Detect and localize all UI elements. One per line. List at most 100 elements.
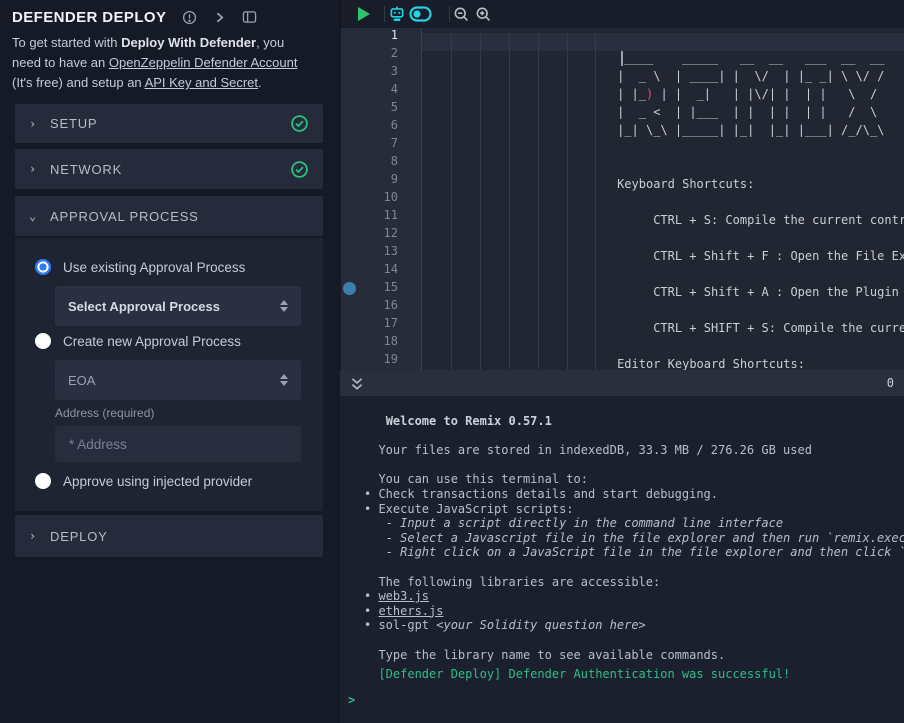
terminal-line: • Execute JavaScript scripts: bbox=[364, 502, 904, 517]
select-value: Select Approval Process bbox=[68, 299, 220, 314]
terminal-line bbox=[364, 633, 904, 648]
editor-line: CTRL + SHIFT + S: Compile the current co… bbox=[422, 321, 904, 339]
radio-row-create[interactable]: Create new Approval Process bbox=[35, 333, 241, 349]
editor-gutter[interactable]: 12345678910111213141516171819 bbox=[341, 28, 422, 370]
line-number: 16 bbox=[341, 298, 398, 316]
zoom-out-icon bbox=[453, 6, 470, 23]
zoom-in-icon bbox=[475, 6, 492, 23]
panel-title: DEFENDER DEPLOY bbox=[12, 9, 166, 26]
line-number: 9 bbox=[341, 172, 398, 190]
radio-row-existing[interactable]: Use existing Approval Process bbox=[35, 259, 245, 275]
line-number: 10 bbox=[341, 190, 398, 208]
editor-toolbar bbox=[340, 0, 904, 28]
terminal-line: The following libraries are accessible: bbox=[364, 575, 904, 590]
line-number: 3 bbox=[341, 64, 398, 82]
terminal-line: • Check transactions details and start d… bbox=[364, 487, 904, 502]
line-number: 8 bbox=[341, 154, 398, 172]
zoom-in-button[interactable] bbox=[475, 0, 492, 28]
radio-use-existing[interactable] bbox=[35, 259, 51, 275]
line-number: 17 bbox=[341, 316, 398, 334]
terminal-line: You can use this terminal to: bbox=[364, 472, 904, 487]
copilot-toggle[interactable] bbox=[409, 0, 432, 28]
listen-count-badge: 0 bbox=[887, 376, 894, 390]
section-approval-process[interactable]: ⌄ APPROVAL PROCESS bbox=[15, 196, 323, 236]
intro-text: To get started with Deploy With Defender… bbox=[12, 33, 330, 93]
editor-line bbox=[422, 267, 904, 285]
select-eoa[interactable]: EOA bbox=[55, 360, 301, 400]
line-number: 13 bbox=[341, 244, 398, 262]
section-label: SETUP bbox=[50, 116, 97, 131]
chevron-right-icon[interactable] bbox=[213, 11, 226, 24]
section-setup[interactable]: › SETUP bbox=[15, 104, 323, 143]
editor-line: CTRL + S: Compile the current contract bbox=[422, 213, 904, 231]
select-approval-process[interactable]: Select Approval Process bbox=[55, 286, 301, 326]
radio-label: Approve using injected provider bbox=[63, 474, 252, 489]
toggle-icon bbox=[409, 6, 432, 22]
section-label: APPROVAL PROCESS bbox=[50, 209, 199, 224]
address-label: Address (required) bbox=[55, 406, 154, 420]
editor-line: Keyboard Shortcuts: bbox=[422, 177, 904, 195]
select-arrows-icon bbox=[280, 374, 288, 386]
split-columns-icon[interactable] bbox=[242, 10, 257, 24]
terminal-line bbox=[364, 429, 904, 444]
radio-row-injected[interactable]: Approve using injected provider bbox=[35, 473, 252, 489]
terminal-line: Your files are stored in indexedDB, 33.3… bbox=[364, 443, 904, 458]
info-icon[interactable] bbox=[182, 10, 197, 25]
editor-line: |_| \_\ |_____| |_| |_| |___| /_/\_\ bbox=[422, 123, 904, 141]
toolbar-divider bbox=[384, 6, 385, 22]
terminal-line: Type the library name to see available c… bbox=[364, 648, 904, 663]
editor-line bbox=[422, 339, 904, 357]
section-deploy[interactable]: › DEPLOY bbox=[15, 515, 323, 557]
terminal-header: 0 bbox=[340, 370, 904, 396]
code-editor[interactable]: ____ _____ __ __ ___ __ __ | _ \ | ____|… bbox=[422, 28, 904, 370]
check-circle-icon bbox=[290, 160, 309, 179]
zoom-out-button[interactable] bbox=[453, 0, 470, 28]
terminal-line: Welcome to Remix 0.57.1 bbox=[364, 414, 904, 429]
radio-create-new[interactable] bbox=[35, 333, 51, 349]
line-number: 7 bbox=[341, 136, 398, 154]
section-network[interactable]: › NETWORK bbox=[15, 149, 323, 189]
chevron-right-icon: › bbox=[29, 529, 37, 543]
line-number: 5 bbox=[341, 100, 398, 118]
editor-line: CTRL + Shift + A : Open the Plugin Manag… bbox=[422, 285, 904, 303]
select-arrows-icon bbox=[280, 300, 288, 312]
editor-line bbox=[422, 141, 904, 159]
terminal-line: [Defender Deploy] Defender Authenticatio… bbox=[364, 667, 904, 682]
line-number: 4 bbox=[341, 82, 398, 100]
api-key-link[interactable]: API Key and Secret bbox=[145, 75, 258, 90]
breakpoint-dot[interactable] bbox=[343, 282, 356, 295]
chevron-down-icon: ⌄ bbox=[29, 209, 37, 223]
editor-line: | _ \ | ____| | \/ | |_ _| \ \/ / bbox=[422, 69, 904, 87]
editor-line bbox=[422, 33, 904, 51]
address-input[interactable] bbox=[55, 426, 301, 462]
terminal-line: - Input a script directly in the command… bbox=[364, 516, 904, 531]
check-circle-icon bbox=[290, 114, 309, 133]
radio-label: Use existing Approval Process bbox=[63, 260, 245, 275]
line-number: 19 bbox=[341, 352, 398, 370]
line-number: 12 bbox=[341, 226, 398, 244]
terminal[interactable]: Welcome to Remix 0.57.1 Your files are s… bbox=[340, 396, 904, 723]
text-cursor bbox=[621, 51, 623, 66]
terminal-line: - Select a Javascript file in the file e… bbox=[364, 531, 904, 546]
defender-deploy-panel: DEFENDER DEPLOY To get started with Depl… bbox=[0, 0, 340, 723]
defender-account-link[interactable]: OpenZeppelin Defender Account bbox=[109, 55, 298, 70]
terminal-prompt[interactable]: > bbox=[348, 693, 355, 707]
toolbar-divider bbox=[449, 6, 450, 22]
editor-line: | _ < | |___ | | | | | | / \ bbox=[422, 105, 904, 123]
intro-bold: Deploy With Defender bbox=[121, 35, 256, 50]
editor-line bbox=[422, 303, 904, 321]
ai-assistant-button[interactable] bbox=[388, 0, 406, 28]
terminal-line: • web3.js bbox=[364, 589, 904, 604]
line-number: 18 bbox=[341, 334, 398, 352]
robot-icon bbox=[388, 5, 406, 23]
terminal-line: • sol-gpt <your Solidity question here> bbox=[364, 618, 904, 633]
line-number: 6 bbox=[341, 118, 398, 136]
radio-injected-provider[interactable] bbox=[35, 473, 51, 489]
line-number: 1 bbox=[341, 28, 398, 46]
editor-line bbox=[422, 231, 904, 249]
chevron-right-icon: › bbox=[29, 162, 37, 176]
collapse-terminal-icon[interactable] bbox=[350, 376, 364, 391]
run-script-button[interactable] bbox=[358, 0, 370, 28]
editor-line: | |_) | | _| | |\/| | | | \ / bbox=[422, 87, 904, 105]
radio-label: Create new Approval Process bbox=[63, 334, 241, 349]
